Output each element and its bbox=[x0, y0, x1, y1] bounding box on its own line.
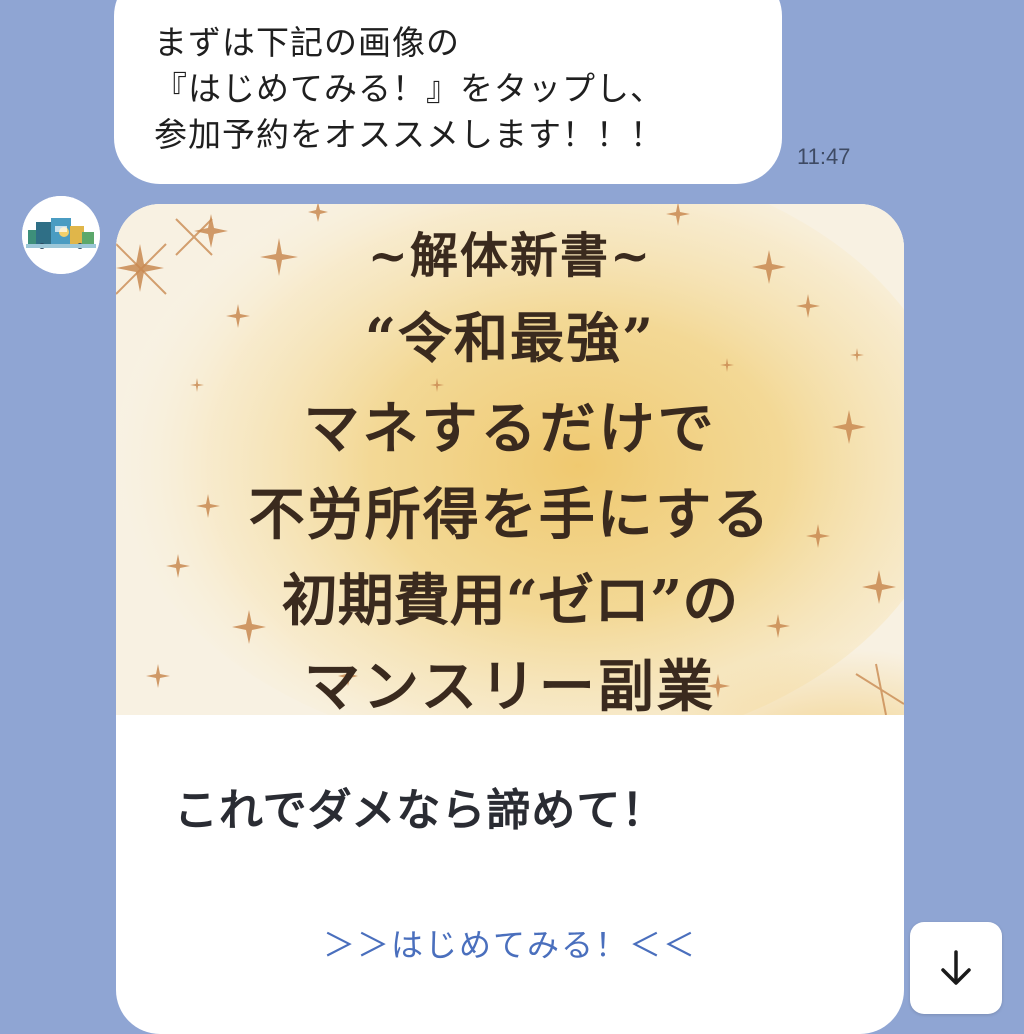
bot-avatar-icon bbox=[22, 196, 100, 274]
banner-line: マンスリー副業 bbox=[304, 654, 716, 715]
banner-line: ~解体新書~ bbox=[367, 228, 653, 284]
message-timestamp: 11:47 bbox=[797, 144, 851, 169]
banner-line: 不労所得を手にする bbox=[248, 482, 772, 548]
message-bubble[interactable]: まずは下記の画像の 『はじめてみる！』をタップし、 参加予約をオススメします！！… bbox=[114, 0, 782, 184]
banner-line: 初期費用“ゼロ”の bbox=[281, 568, 739, 634]
sender-avatar[interactable] bbox=[22, 196, 100, 274]
scroll-to-bottom-button[interactable] bbox=[910, 922, 1002, 1014]
arrow-down-icon bbox=[941, 950, 971, 985]
start-link-button[interactable]: ＞＞はじめてみる！＜＜ bbox=[116, 920, 904, 966]
banner-line: “令和最強” bbox=[364, 306, 656, 370]
card-banner-image[interactable]: ~解体新書~ “令和最強” マネするだけで 不労所得を手にする 初期費用“ゼロ”… bbox=[116, 204, 904, 715]
rich-message-card[interactable]: ~解体新書~ “令和最強” マネするだけで 不労所得を手にする 初期費用“ゼロ”… bbox=[116, 204, 904, 1034]
banner-line: マネするだけで bbox=[303, 396, 717, 462]
message-line: まずは下記の画像の bbox=[154, 23, 460, 62]
message-line: 『はじめてみる！』をタップし、 bbox=[154, 69, 664, 108]
card-title: これでダメなら諦めて！ bbox=[174, 785, 667, 836]
message-line: 参加予約をオススメします！！！ bbox=[154, 115, 664, 154]
